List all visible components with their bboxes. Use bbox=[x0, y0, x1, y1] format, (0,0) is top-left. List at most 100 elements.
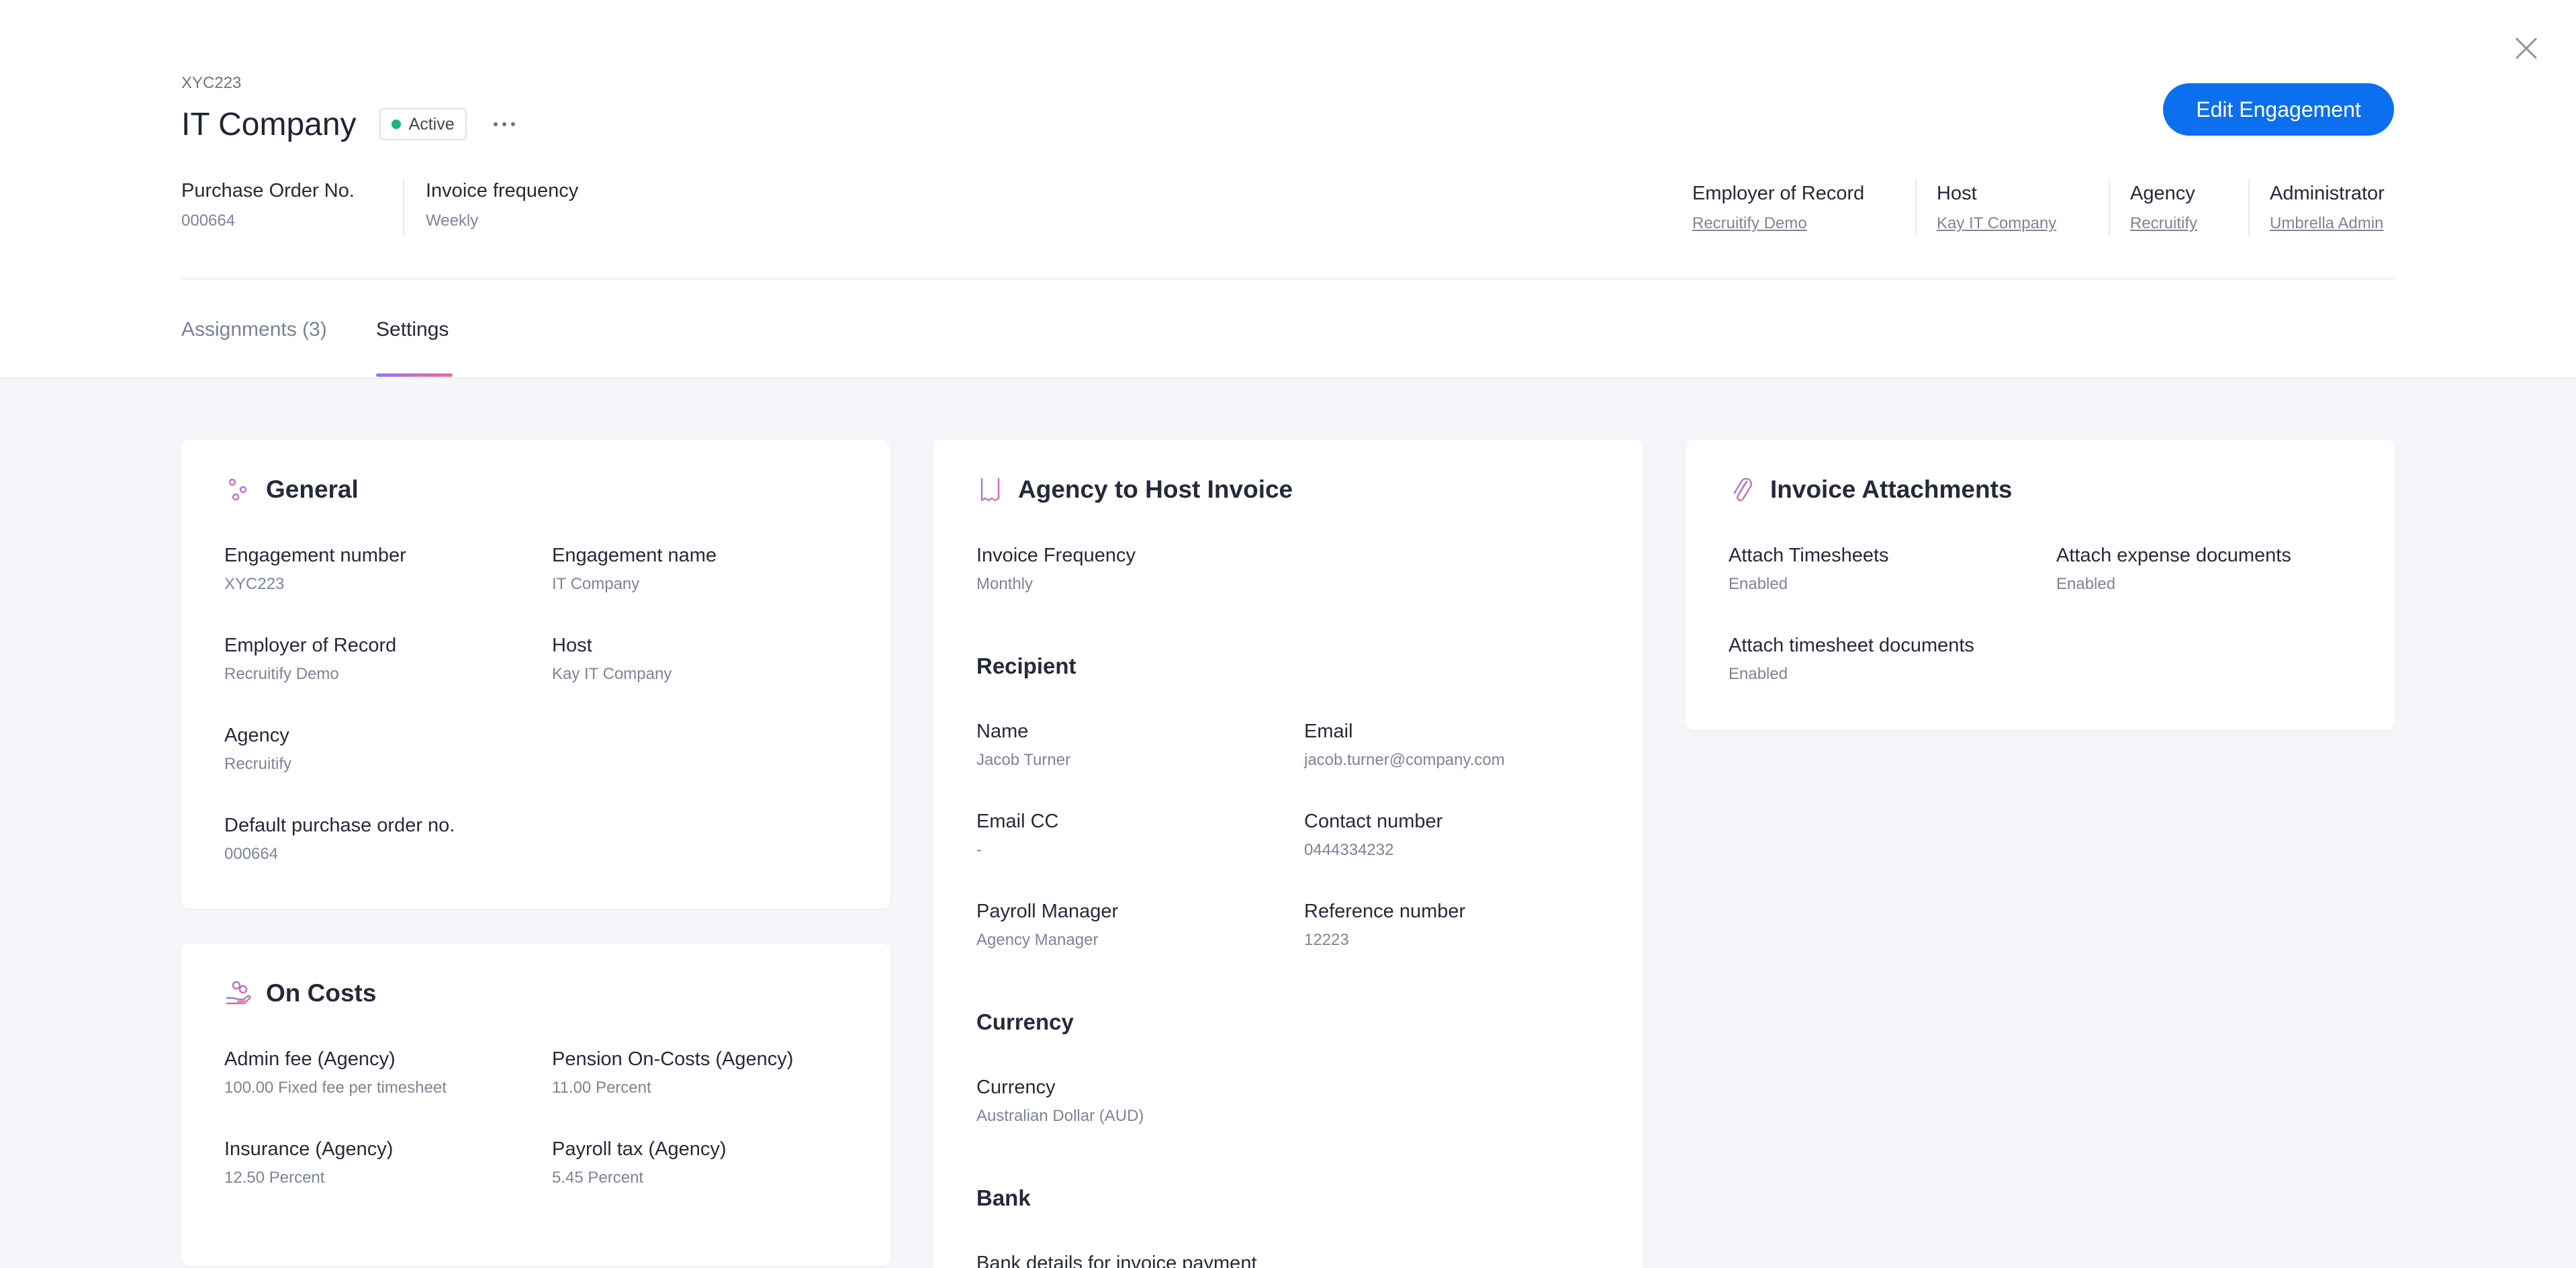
agency-link[interactable]: Recruitify bbox=[2130, 214, 2197, 232]
engagement-header: XYC223 IT Company Active Edit Engagement… bbox=[0, 0, 2576, 379]
field-payroll-manager: Payroll Manager Agency Manager bbox=[976, 898, 1118, 952]
field-value: 000664 bbox=[224, 845, 279, 863]
field-label: Email bbox=[1304, 721, 1353, 742]
meta-purchase-order: Purchase Order No. 000664 bbox=[181, 177, 355, 238]
close-icon[interactable] bbox=[2512, 34, 2541, 63]
meta-employer-of-record: Employer of Record Recruitify Demo bbox=[1692, 180, 1864, 240]
field-value: Enabled bbox=[2056, 575, 2116, 593]
field-insurance: Insurance (Agency) 12.50 Percent bbox=[224, 1136, 393, 1189]
field-attach-timesheets: Attach Timesheets Enabled bbox=[1729, 542, 1889, 596]
field-host: Host Kay IT Company bbox=[552, 632, 672, 686]
field-label: Invoice Frequency bbox=[976, 545, 1136, 566]
field-engagement-name: Engagement name IT Company bbox=[552, 542, 717, 596]
card-title: General bbox=[266, 476, 359, 503]
status-badge: Active bbox=[379, 108, 467, 140]
meta-agency: Agency Recruitify bbox=[2130, 180, 2197, 240]
field-pension-on-costs: Pension On-Costs (Agency) 11.00 Percent bbox=[552, 1046, 793, 1099]
meta-label: Purchase Order No. bbox=[181, 180, 355, 201]
page-title: IT Company bbox=[181, 106, 357, 142]
field-recipient-name: Name Jacob Turner bbox=[976, 718, 1070, 772]
field-value: 11.00 Percent bbox=[552, 1079, 651, 1097]
field-recipient-email: Email jacob.turner@company.com bbox=[1304, 718, 1505, 772]
more-options-icon[interactable] bbox=[491, 117, 518, 132]
administrator-link[interactable]: Umbrella Admin bbox=[2270, 214, 2383, 232]
field-engagement-number: Engagement number XYC223 bbox=[224, 542, 406, 596]
field-label: Payroll tax (Agency) bbox=[552, 1138, 727, 1160]
field-value: Recruitify bbox=[224, 755, 292, 773]
field-label: Engagement name bbox=[552, 545, 717, 566]
invoice-card: Agency to Host Invoice Invoice Frequency… bbox=[933, 440, 1643, 1268]
field-label: Bank details for invoice payment bbox=[976, 1253, 1257, 1268]
field-bank-details: Bank details for invoice payment bbox=[976, 1250, 1257, 1268]
meta-divider bbox=[403, 179, 404, 236]
meta-administrator: Administrator Umbrella Admin bbox=[2270, 180, 2385, 240]
field-label: Name bbox=[976, 721, 1029, 742]
field-label: Currency bbox=[976, 1077, 1056, 1098]
field-employer-of-record: Employer of Record Recruitify Demo bbox=[224, 632, 396, 686]
field-currency: Currency Australian Dollar (AUD) bbox=[976, 1074, 1144, 1128]
edit-engagement-button[interactable]: Edit Engagement bbox=[2163, 83, 2394, 136]
receipt-icon bbox=[975, 474, 1006, 505]
general-card: General Engagement number XYC223 Engagem… bbox=[181, 440, 890, 909]
field-reference-number: Reference number 12223 bbox=[1304, 898, 1465, 952]
field-value: Jacob Turner bbox=[976, 751, 1071, 769]
field-value: IT Company bbox=[552, 575, 640, 593]
meta-value: 000664 bbox=[181, 212, 236, 230]
tab-assignments[interactable]: Assignments (3) bbox=[181, 318, 327, 341]
field-value: Kay IT Company bbox=[552, 665, 672, 683]
field-value: - bbox=[976, 841, 982, 859]
meta-divider bbox=[2109, 179, 2110, 236]
engagement-code: XYC223 bbox=[181, 74, 242, 92]
title-row: IT Company Active bbox=[181, 101, 518, 148]
currency-section-title: Currency bbox=[976, 1009, 1074, 1034]
field-value: Monthly bbox=[976, 575, 1033, 593]
field-label: Pension On-Costs (Agency) bbox=[552, 1048, 794, 1070]
field-label: Payroll Manager bbox=[976, 901, 1119, 922]
field-attach-timesheet-documents: Attach timesheet documents Enabled bbox=[1729, 632, 1974, 686]
field-value: XYC223 bbox=[224, 575, 285, 593]
field-label: Attach expense documents bbox=[2056, 545, 2291, 566]
field-label: Host bbox=[552, 635, 592, 656]
active-tab-indicator bbox=[376, 373, 453, 377]
field-value: Agency Manager bbox=[976, 931, 1099, 949]
meta-host: Host Kay IT Company bbox=[1937, 180, 2056, 240]
attachments-card: Invoice Attachments Attach Timesheets En… bbox=[1686, 440, 2395, 730]
field-default-purchase-order: Default purchase order no. 000664 bbox=[224, 812, 455, 866]
meta-label: Agency bbox=[2130, 183, 2195, 204]
meta-label: Host bbox=[1937, 183, 1977, 204]
field-value: Recruitify Demo bbox=[224, 665, 339, 683]
field-label: Reference number bbox=[1304, 901, 1466, 922]
card-title: On Costs bbox=[266, 979, 377, 1007]
field-value: Australian Dollar (AUD) bbox=[976, 1107, 1144, 1125]
field-label: Engagement number bbox=[224, 545, 406, 566]
meta-label: Invoice frequency bbox=[426, 180, 579, 201]
field-invoice-frequency: Invoice Frequency Monthly bbox=[976, 542, 1136, 596]
field-value: 12223 bbox=[1304, 931, 1349, 949]
host-link[interactable]: Kay IT Company bbox=[1937, 214, 2056, 232]
on-costs-card: On Costs Admin fee (Agency) 100.00 Fixed… bbox=[181, 944, 890, 1266]
field-contact-number: Contact number 0444334232 bbox=[1304, 808, 1442, 862]
field-value: jacob.turner@company.com bbox=[1304, 751, 1505, 769]
field-value: Enabled bbox=[1729, 665, 1788, 683]
field-label: Attach timesheet documents bbox=[1729, 635, 1974, 656]
field-attach-expense-documents: Attach expense documents Enabled bbox=[2056, 542, 2291, 596]
meta-divider bbox=[2248, 179, 2250, 236]
field-email-cc: Email CC - bbox=[976, 808, 1058, 862]
tab-settings[interactable]: Settings bbox=[376, 318, 449, 341]
meta-invoice-frequency: Invoice frequency Weekly bbox=[426, 177, 578, 238]
recipient-section-title: Recipient bbox=[976, 653, 1076, 678]
field-value: Enabled bbox=[1729, 575, 1788, 593]
field-value: 5.45 Percent bbox=[552, 1169, 644, 1187]
field-agency: Agency Recruitify bbox=[224, 722, 291, 776]
field-label: Attach Timesheets bbox=[1729, 545, 1889, 566]
field-label: Default purchase order no. bbox=[224, 815, 455, 836]
paperclip-icon bbox=[1727, 474, 1758, 505]
field-payroll-tax: Payroll tax (Agency) 5.45 Percent bbox=[552, 1136, 727, 1189]
bank-section-title: Bank bbox=[976, 1185, 1031, 1210]
employer-of-record-link[interactable]: Recruitify Demo bbox=[1692, 214, 1807, 232]
field-label: Insurance (Agency) bbox=[224, 1138, 394, 1160]
settings-content: General Engagement number XYC223 Engagem… bbox=[0, 378, 2576, 1268]
card-title: Agency to Host Invoice bbox=[1018, 476, 1293, 503]
field-admin-fee: Admin fee (Agency) 100.00 Fixed fee per … bbox=[224, 1046, 447, 1099]
meta-value: Weekly bbox=[426, 212, 479, 230]
